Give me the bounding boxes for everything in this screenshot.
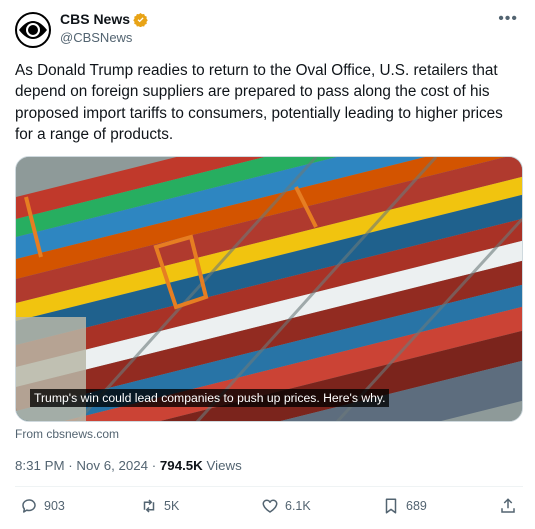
like-icon — [262, 499, 278, 513]
share-icon — [501, 498, 515, 513]
media-card[interactable]: Trump's win could lead companies to push… — [15, 156, 523, 422]
views-count: 794.5K — [159, 458, 203, 473]
avatar[interactable] — [15, 12, 51, 48]
divider — [15, 486, 523, 487]
tweet-time[interactable]: 8:31 PM — [15, 458, 65, 473]
tweet-meta: 8:31 PM · Nov 6, 2024 · 794.5K Views — [15, 458, 242, 473]
verified-badge-icon — [133, 12, 148, 27]
reply-count: 903 — [44, 499, 65, 513]
author-name[interactable]: CBS News — [60, 11, 130, 27]
media-caption: Trump's win could lead companies to push… — [30, 389, 390, 407]
bookmark-count: 689 — [406, 499, 427, 513]
action-bar: 903 5K 6.1K 689 — [15, 497, 523, 523]
views-label: Views — [202, 458, 242, 473]
bookmark-icon — [385, 498, 397, 514]
cbs-eye-icon — [19, 21, 47, 39]
source-link[interactable]: From cbsnews.com — [15, 427, 119, 441]
share-button[interactable] — [499, 497, 523, 515]
reply-icon — [22, 499, 36, 513]
author-name-row: CBS News — [60, 11, 148, 27]
repost-icon — [143, 499, 155, 513]
tweet-date[interactable]: Nov 6, 2024 — [76, 458, 148, 473]
repost-count: 5K — [164, 499, 180, 513]
reply-button[interactable]: 903 — [20, 497, 65, 515]
meta-separator: · — [148, 458, 160, 473]
meta-separator: · — [64, 458, 77, 473]
like-count: 6.1K — [285, 499, 311, 513]
bookmark-button[interactable]: 689 — [382, 497, 427, 515]
more-icon[interactable]: ••• — [498, 10, 518, 28]
tweet-text: As Donald Trump readies to return to the… — [15, 62, 503, 143]
like-button[interactable]: 6.1K — [261, 497, 311, 515]
repost-button[interactable]: 5K — [140, 497, 179, 515]
author-handle[interactable]: @CBSNews — [60, 30, 132, 45]
shipping-containers-image — [16, 157, 522, 421]
